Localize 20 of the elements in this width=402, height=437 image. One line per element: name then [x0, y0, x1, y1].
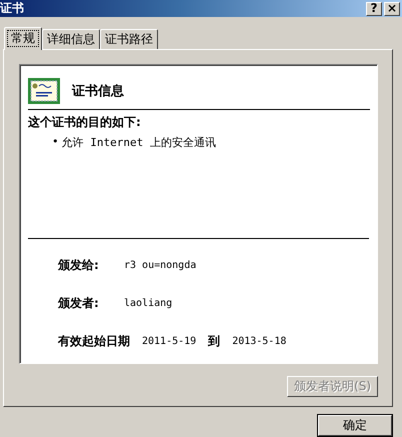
window-title: 证书	[0, 1, 24, 16]
ok-button[interactable]: 确定	[318, 415, 392, 436]
info-title: 证书信息	[72, 83, 124, 100]
bullet: •	[52, 135, 59, 150]
certificate-icon	[28, 78, 60, 104]
field-value: laoliang	[124, 298, 172, 308]
date-to: 2013-5-18	[232, 336, 286, 346]
field-label: 有效起始日期	[58, 332, 130, 350]
date-from: 2011-5-19	[142, 336, 196, 346]
close-button[interactable]: ×	[384, 2, 400, 16]
tab[interactable]: 证书路径	[100, 29, 158, 49]
range-separator: 到	[208, 332, 220, 350]
purpose-heading: 这个证书的目的如下:	[28, 114, 141, 131]
tab[interactable]: 常规	[4, 27, 42, 50]
field-value: r3 ou=nongda	[124, 260, 196, 270]
field-label: 颁发给:	[58, 256, 100, 274]
purpose-text: 允许 Internet 上的安全通讯	[62, 135, 216, 150]
field-label: 颁发者:	[58, 294, 100, 312]
tab[interactable]: 详细信息	[42, 29, 100, 49]
help-button[interactable]: ?	[366, 2, 382, 16]
